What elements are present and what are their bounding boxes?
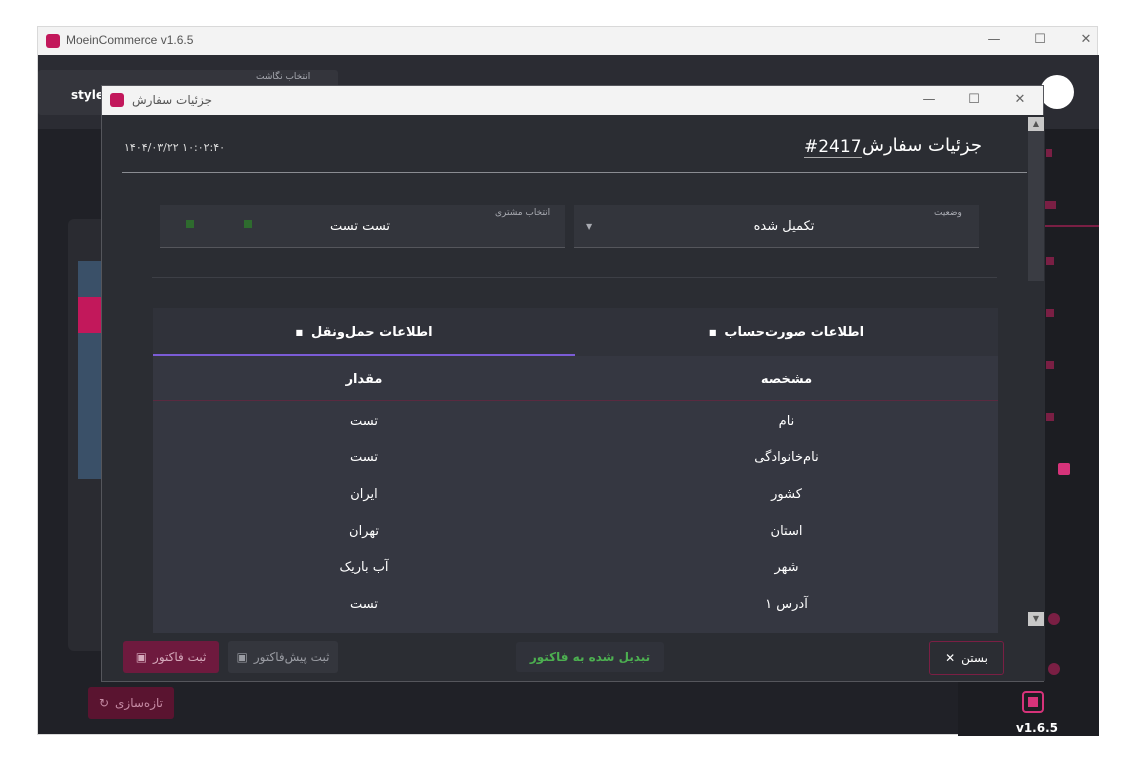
truck-icon: ■ (295, 327, 303, 337)
order-number: #2417 (804, 137, 862, 158)
order-timestamp: ۱۴۰۴/۰۳/۲۲ ۱۰:۰۲:۴۰ (124, 141, 226, 154)
background-row (78, 333, 102, 479)
dialog-maximize-icon[interactable]: ☐ (962, 92, 986, 107)
row-value: آب باریک (339, 560, 389, 575)
style-selector-value: style (71, 88, 104, 102)
table-row: استان تهران (153, 512, 998, 548)
save-invoice-label: ثبت فاکتور (153, 650, 207, 664)
add-customer-icon[interactable] (186, 220, 194, 228)
table-row: کشور ایران (153, 475, 998, 512)
sidebar-user-icon[interactable] (1046, 361, 1054, 369)
close-icon[interactable]: ✕ (1074, 32, 1098, 47)
close-button[interactable]: ✕ بستن (929, 641, 1004, 675)
main-titlebar: MoeinCommerce v1.6.5 — ☐ ✕ (38, 27, 1097, 55)
tab-panel: ■ اطلاعات صورت‌حساب ■ اطلاعات حمل‌ونقل م… (153, 308, 998, 633)
scroll-up-icon[interactable]: ▲ (1028, 117, 1044, 131)
save-preinvoice-label: ثبت پیش‌فاکتور (253, 650, 330, 664)
sidebar-orders-icon[interactable] (1044, 201, 1056, 209)
dialog-title: جزئیات سفارش (132, 93, 212, 107)
row-property: شهر (774, 560, 799, 575)
background-row (78, 261, 102, 297)
tab-shipping-label: اطلاعات حمل‌ونقل (311, 324, 433, 340)
sidebar-cart-icon[interactable] (1046, 257, 1054, 265)
edit-customer-icon[interactable] (244, 220, 252, 228)
tab-billing-label: اطلاعات صورت‌حساب (724, 324, 865, 340)
scroll-down-icon[interactable]: ▼ (1028, 612, 1044, 626)
table-row: نام تست (153, 402, 998, 438)
table-row: آدرس ۱ تست (153, 585, 998, 622)
header-divider (122, 172, 1027, 173)
sidebar-box-icon[interactable] (1046, 309, 1054, 317)
style-selector-label: انتخاب نگاشت (256, 72, 311, 82)
save-icon: ▣ (135, 650, 148, 664)
dialog-minimize-icon[interactable]: — (917, 92, 941, 107)
sidebar-settings-icon[interactable] (1046, 413, 1054, 421)
x-icon: ✕ (945, 651, 956, 665)
dialog-app-icon (110, 93, 124, 107)
row-value: ایران (350, 487, 378, 502)
status-select[interactable]: وضعیت تکمیل شده ▼ (574, 205, 979, 248)
sidebar-exit-icon[interactable] (1048, 663, 1060, 675)
row-property: نام (778, 414, 795, 429)
status-value: تکمیل شده (753, 219, 815, 234)
avatar[interactable] (1040, 75, 1074, 109)
dialog-content: جزئیات سفارش #2417 ۱۴۰۴/۰۳/۲۲ ۱۰:۰۲:۴۰ و… (102, 115, 1045, 681)
refresh-icon: ↻ (98, 696, 110, 710)
row-value: تهران (349, 524, 379, 539)
customer-label: انتخاب مشتری (495, 208, 551, 218)
row-value: تست (350, 414, 378, 429)
converted-to-invoice-badge: تبدیل شده به فاکتور (516, 642, 664, 672)
scrollbar-thumb[interactable] (1028, 131, 1044, 281)
tab-billing[interactable]: ■ اطلاعات صورت‌حساب (575, 308, 998, 356)
row-value: تست (350, 450, 378, 465)
table-header: مشخصه مقدار (153, 356, 998, 401)
close-button-label: بستن (961, 651, 988, 665)
save-preinvoice-button[interactable]: ▣ ثبت پیش‌فاکتور (228, 641, 338, 673)
row-property: استان (770, 524, 803, 539)
customer-value: تست تست (329, 219, 391, 234)
save-invoice-button[interactable]: ▣ ثبت فاکتور (123, 641, 219, 673)
tab-shipping[interactable]: ■ اطلاعات حمل‌ونقل (153, 308, 575, 356)
table-row: شهر آب باریک (153, 548, 998, 585)
table-row: نام‌خانوادگی تست (153, 438, 998, 475)
tab-bar: ■ اطلاعات صورت‌حساب ■ اطلاعات حمل‌ونقل (153, 308, 998, 356)
background-row-selected (78, 297, 102, 333)
sidebar-logo-icon (1022, 691, 1044, 713)
minimize-icon[interactable]: — (982, 32, 1006, 47)
maximize-icon[interactable]: ☐ (1028, 32, 1052, 47)
customer-select[interactable]: انتخاب مشتری تست تست (160, 205, 565, 248)
row-property: کشور (771, 487, 802, 502)
column-header-property: مشخصه (760, 372, 813, 387)
version-label: v1.6.5 (1016, 721, 1058, 735)
main-window-title: MoeinCommerce v1.6.5 (66, 33, 194, 47)
row-property: نام‌خانوادگی (754, 450, 819, 465)
order-details-dialog: جزئیات سفارش — ☐ ✕ جزئیات سفارش #2417 ۱۴… (101, 85, 1045, 682)
dialog-close-icon[interactable]: ✕ (1008, 92, 1032, 107)
fields-divider (152, 277, 997, 278)
refresh-button-label: تازه‌سازی (115, 696, 164, 710)
scrollbar[interactable]: ▲ ▼ (1028, 115, 1044, 631)
sidebar-help-icon[interactable] (1048, 613, 1060, 625)
sidebar-package-icon[interactable] (1058, 463, 1070, 475)
row-value: تست (350, 597, 378, 612)
row-property: آدرس ۱ (765, 597, 808, 612)
document-icon: ■ (708, 327, 717, 337)
column-header-value: مقدار (345, 372, 383, 387)
header-title: جزئیات سفارش (862, 135, 982, 156)
save-icon: ▣ (236, 650, 248, 664)
status-label: وضعیت (934, 208, 962, 218)
chevron-down-icon: ▼ (586, 222, 593, 231)
dialog-titlebar: جزئیات سفارش — ☐ ✕ (102, 86, 1043, 115)
refresh-button[interactable]: ↻ تازه‌سازی (88, 687, 174, 719)
app-logo-icon (46, 34, 60, 48)
sidebar-home-icon[interactable] (1046, 149, 1052, 157)
